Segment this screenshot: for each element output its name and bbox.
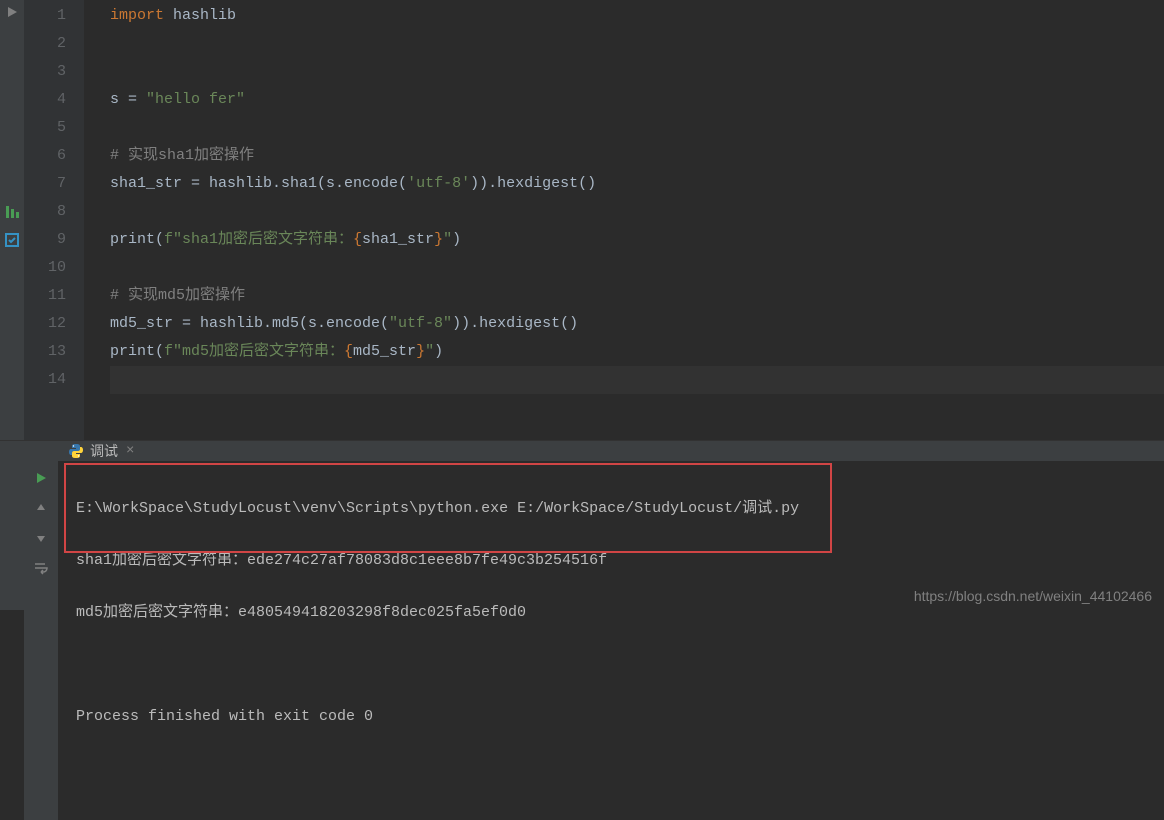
code-line: # 实现sha1加密操作 — [110, 142, 1164, 170]
line-number: 10 — [24, 254, 66, 282]
line-number: 9 — [24, 226, 66, 254]
left-tool-gutter — [0, 0, 24, 440]
line-number-gutter[interactable]: 1 2 3 4 5 6 7 8 9 10 11 12 13 14 — [24, 0, 84, 440]
up-icon[interactable] — [31, 498, 51, 518]
console-line: Process finished with exit code 0 — [76, 704, 1146, 730]
line-number: 13 — [24, 338, 66, 366]
watermark-text: https://blog.csdn.net/weixin_44102466 — [914, 588, 1152, 604]
line-number: 5 — [24, 114, 66, 142]
code-line — [110, 254, 1164, 282]
down-icon[interactable] — [31, 528, 51, 548]
code-editor[interactable]: import hashlib s = "hello fer" # 实现sha1加… — [84, 0, 1164, 440]
console-toolbar — [24, 458, 58, 820]
structure-icon[interactable] — [4, 204, 20, 220]
code-line — [110, 198, 1164, 226]
code-line: print(f"md5加密后密文字符串：{md5_str}") — [110, 338, 1164, 366]
rerun-icon[interactable] — [31, 468, 51, 488]
line-number: 1 — [24, 2, 66, 30]
code-line: # 实现md5加密操作 — [110, 282, 1164, 310]
editor-area: 1 2 3 4 5 6 7 8 9 10 11 12 13 14 import … — [0, 0, 1164, 440]
code-line: sha1_str = hashlib.sha1(s.encode('utf-8'… — [110, 170, 1164, 198]
line-number: 2 — [24, 30, 66, 58]
line-number: 6 — [24, 142, 66, 170]
line-number: 3 — [24, 58, 66, 86]
console-line: sha1加密后密文字符串：ede274c27af78083d8c1eee8b7f… — [76, 548, 1146, 574]
close-icon[interactable]: × — [126, 443, 134, 459]
code-line: s = "hello fer" — [110, 86, 1164, 114]
console-output[interactable]: E:\WorkSpace\StudyLocust\venv\Scripts\py… — [58, 458, 1164, 820]
console-line — [76, 652, 1146, 678]
line-number: 14 — [24, 366, 66, 394]
panel-left-gutter — [0, 441, 24, 610]
soft-wrap-icon[interactable] — [31, 558, 51, 578]
line-number: 4 — [24, 86, 66, 114]
line-number: 8 — [24, 198, 66, 226]
debug-panel: 调试 × E:\WorkSpace\StudyLocust\venv\Scrip — [0, 440, 1164, 610]
code-line: import hashlib — [110, 2, 1164, 30]
code-line: print(f"sha1加密后密文字符串：{sha1_str}") — [110, 226, 1164, 254]
run-icon[interactable] — [4, 4, 20, 20]
line-number: 11 — [24, 282, 66, 310]
code-line — [110, 366, 1164, 394]
console-line: E:\WorkSpace\StudyLocust\venv\Scripts\py… — [76, 496, 1146, 522]
line-number: 12 — [24, 310, 66, 338]
code-line — [110, 114, 1164, 142]
code-line: md5_str = hashlib.md5(s.encode("utf-8"))… — [110, 310, 1164, 338]
line-number: 7 — [24, 170, 66, 198]
commit-icon[interactable] — [4, 232, 20, 248]
code-line — [110, 58, 1164, 86]
python-icon — [68, 443, 84, 459]
code-line — [110, 30, 1164, 58]
